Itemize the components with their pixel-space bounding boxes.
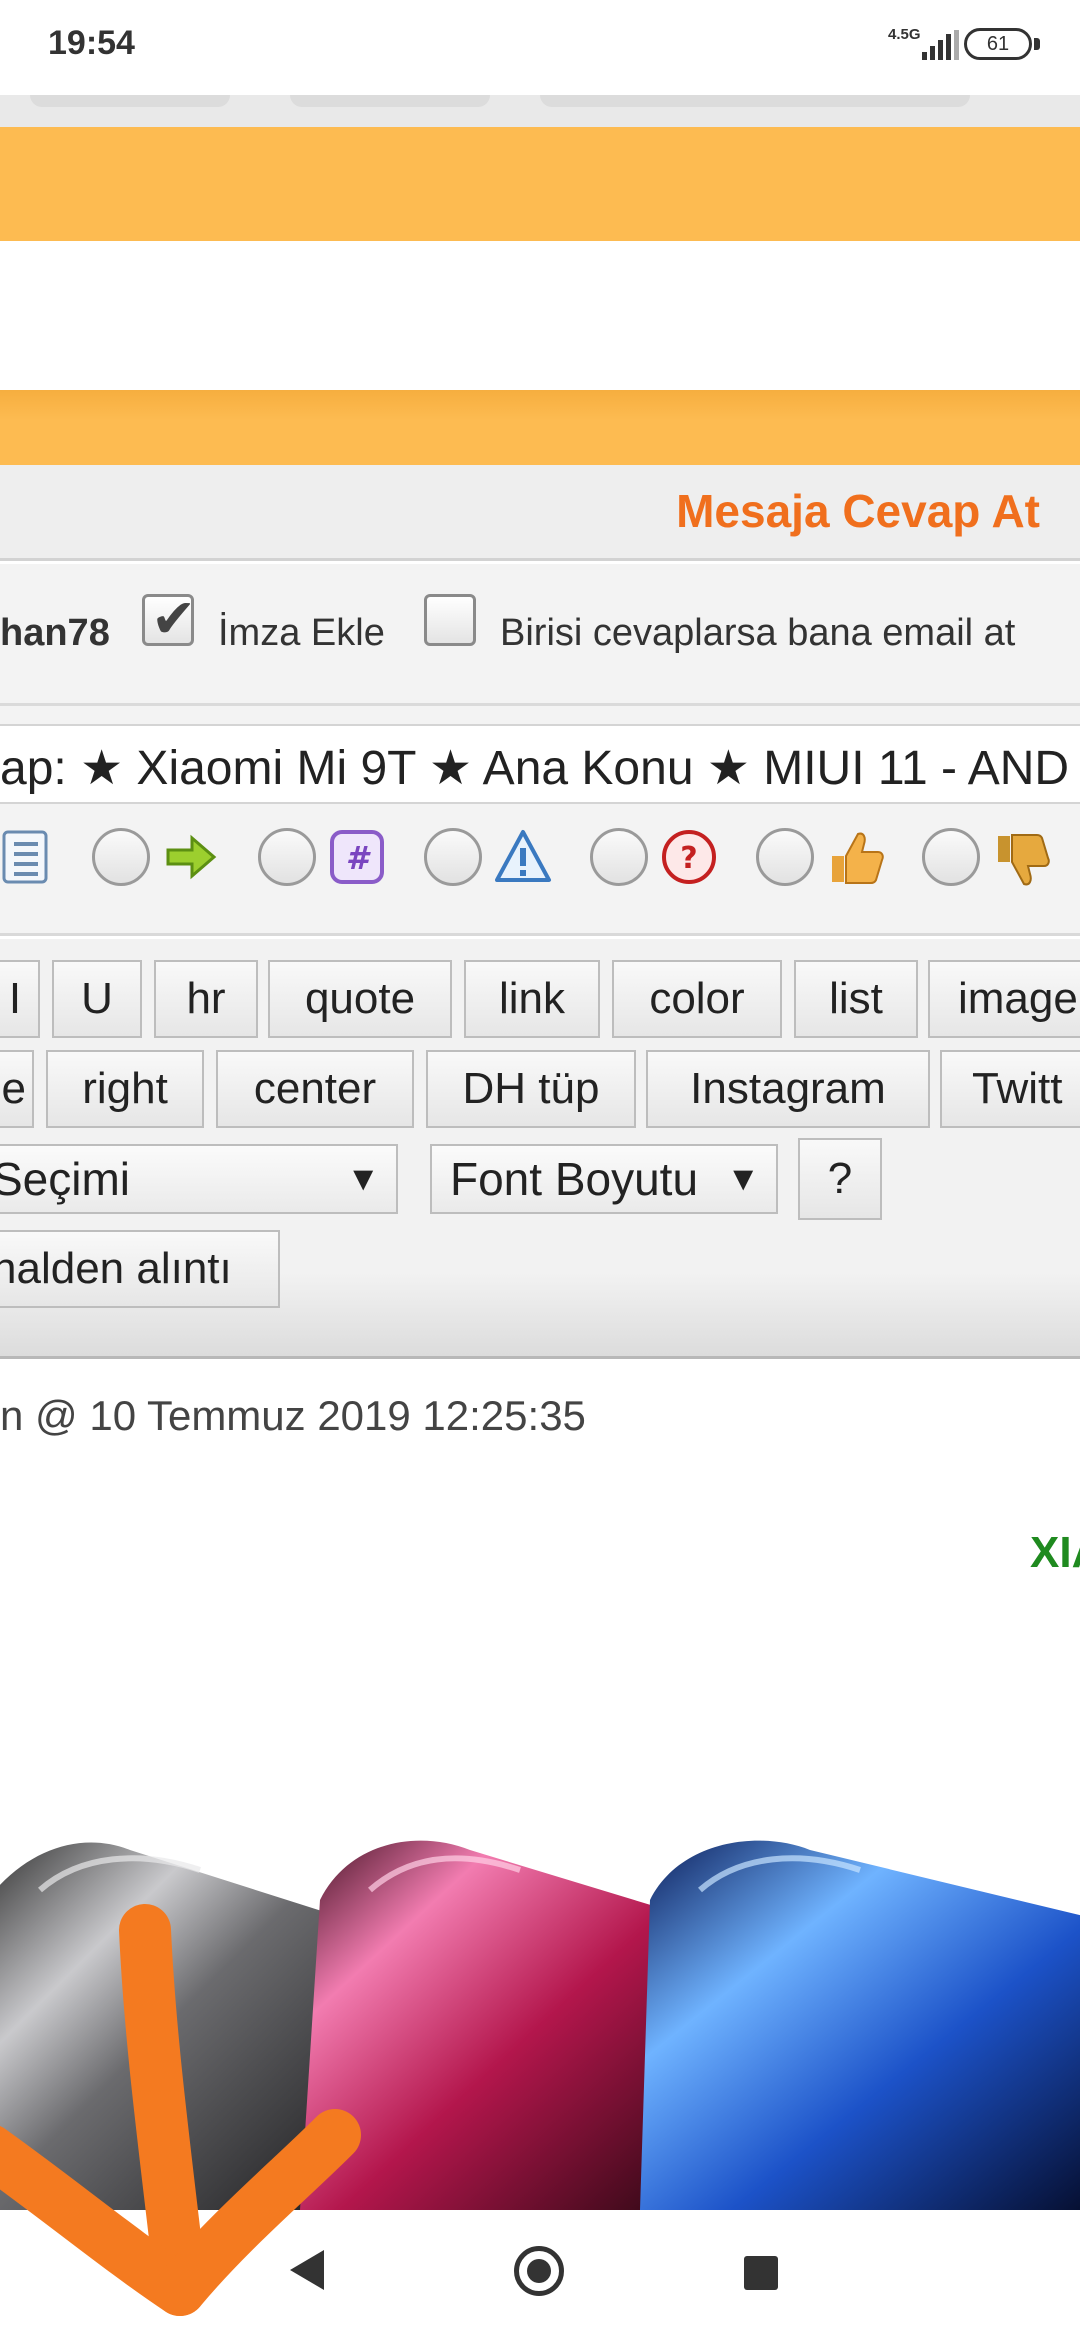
font-select[interactable]: Seçimi ▼ <box>0 1144 398 1214</box>
signal-icon <box>922 30 959 60</box>
font-size-value: Font Boyutu <box>450 1153 699 1205</box>
thumbs-down-icon <box>998 834 1050 886</box>
link-button[interactable]: link <box>464 960 600 1038</box>
font-size-select[interactable]: Font Boyutu ▼ <box>430 1144 778 1214</box>
warning-icon <box>495 830 551 882</box>
center-button[interactable]: center <box>216 1050 414 1128</box>
list-button[interactable]: list <box>794 960 918 1038</box>
recent-apps-icon[interactable] <box>744 2256 778 2290</box>
right-button[interactable]: right <box>46 1050 204 1128</box>
signature-label: İmza Ekle <box>218 612 385 654</box>
arrow-right-icon <box>166 834 217 880</box>
quote-button[interactable]: quote <box>268 960 452 1038</box>
list-icon[interactable] <box>0 828 56 886</box>
align-button[interactable]: e <box>0 1050 34 1128</box>
header-tab[interactable] <box>30 95 230 107</box>
font-select-value: Seçimi <box>0 1153 131 1205</box>
icon-radio-question[interactable] <box>590 828 648 886</box>
instagram-button[interactable]: Instagram <box>646 1050 930 1128</box>
battery-icon: 61 <box>964 28 1032 60</box>
question-icon: ? <box>662 830 716 884</box>
header-tab[interactable] <box>540 95 970 107</box>
home-icon-center <box>527 2259 551 2283</box>
orange-bar-section <box>0 390 1080 465</box>
icon-radio-warning[interactable] <box>424 828 482 886</box>
back-icon[interactable] <box>290 2250 324 2290</box>
icon-radio-arrow[interactable] <box>92 828 150 886</box>
italic-button[interactable]: I <box>0 960 40 1038</box>
header-tab[interactable] <box>290 95 490 107</box>
hash-icon: # <box>330 830 384 884</box>
icon-radio-thumbs-up[interactable] <box>756 828 814 886</box>
underline-button[interactable]: U <box>52 960 142 1038</box>
signature-checkbox[interactable]: ✔ <box>142 589 196 649</box>
image-button[interactable]: image <box>928 960 1080 1038</box>
reply-title: Mesaja Cevap At <box>676 485 1040 537</box>
notify-checkbox[interactable] <box>424 594 476 646</box>
twitter-button[interactable]: Twitt <box>940 1050 1080 1128</box>
banner-text: XIA <box>1030 1528 1080 1577</box>
quote-selected-button[interactable]: nalden alıntı <box>0 1230 280 1308</box>
chevron-down-icon: ▼ <box>726 1160 760 1198</box>
phones-image <box>0 1840 1080 2210</box>
thumbs-up-icon <box>832 832 884 884</box>
post-date: n @ 10 Temmuz 2019 12:25:35 <box>0 1392 586 1439</box>
icon-radio-hash[interactable] <box>258 828 316 886</box>
username: han78 <box>0 612 110 654</box>
battery-tip <box>1034 38 1040 50</box>
status-bar <box>0 0 1080 95</box>
hr-button[interactable]: hr <box>154 960 258 1038</box>
subject-value: ap: ★ Xiaomi Mi 9T ★ Ana Konu ★ MIUI 11 … <box>0 742 1070 795</box>
status-time: 19:54 <box>48 24 135 62</box>
svg-text:#: # <box>346 839 371 877</box>
help-button[interactable]: ? <box>798 1138 882 1220</box>
svg-text:?: ? <box>680 841 697 876</box>
dh-tup-button[interactable]: DH tüp <box>426 1050 636 1128</box>
chevron-down-icon: ▼ <box>346 1160 380 1198</box>
check-icon: ✔ <box>151 589 197 649</box>
notify-label: Birisi cevaplarsa bana email at <box>500 612 1016 654</box>
battery-level: 61 <box>986 33 1010 55</box>
network-type: 4.5G <box>888 26 921 43</box>
color-button[interactable]: color <box>612 960 782 1038</box>
icon-radio-thumbs-down[interactable] <box>922 828 980 886</box>
orange-bar-top <box>0 127 1080 241</box>
